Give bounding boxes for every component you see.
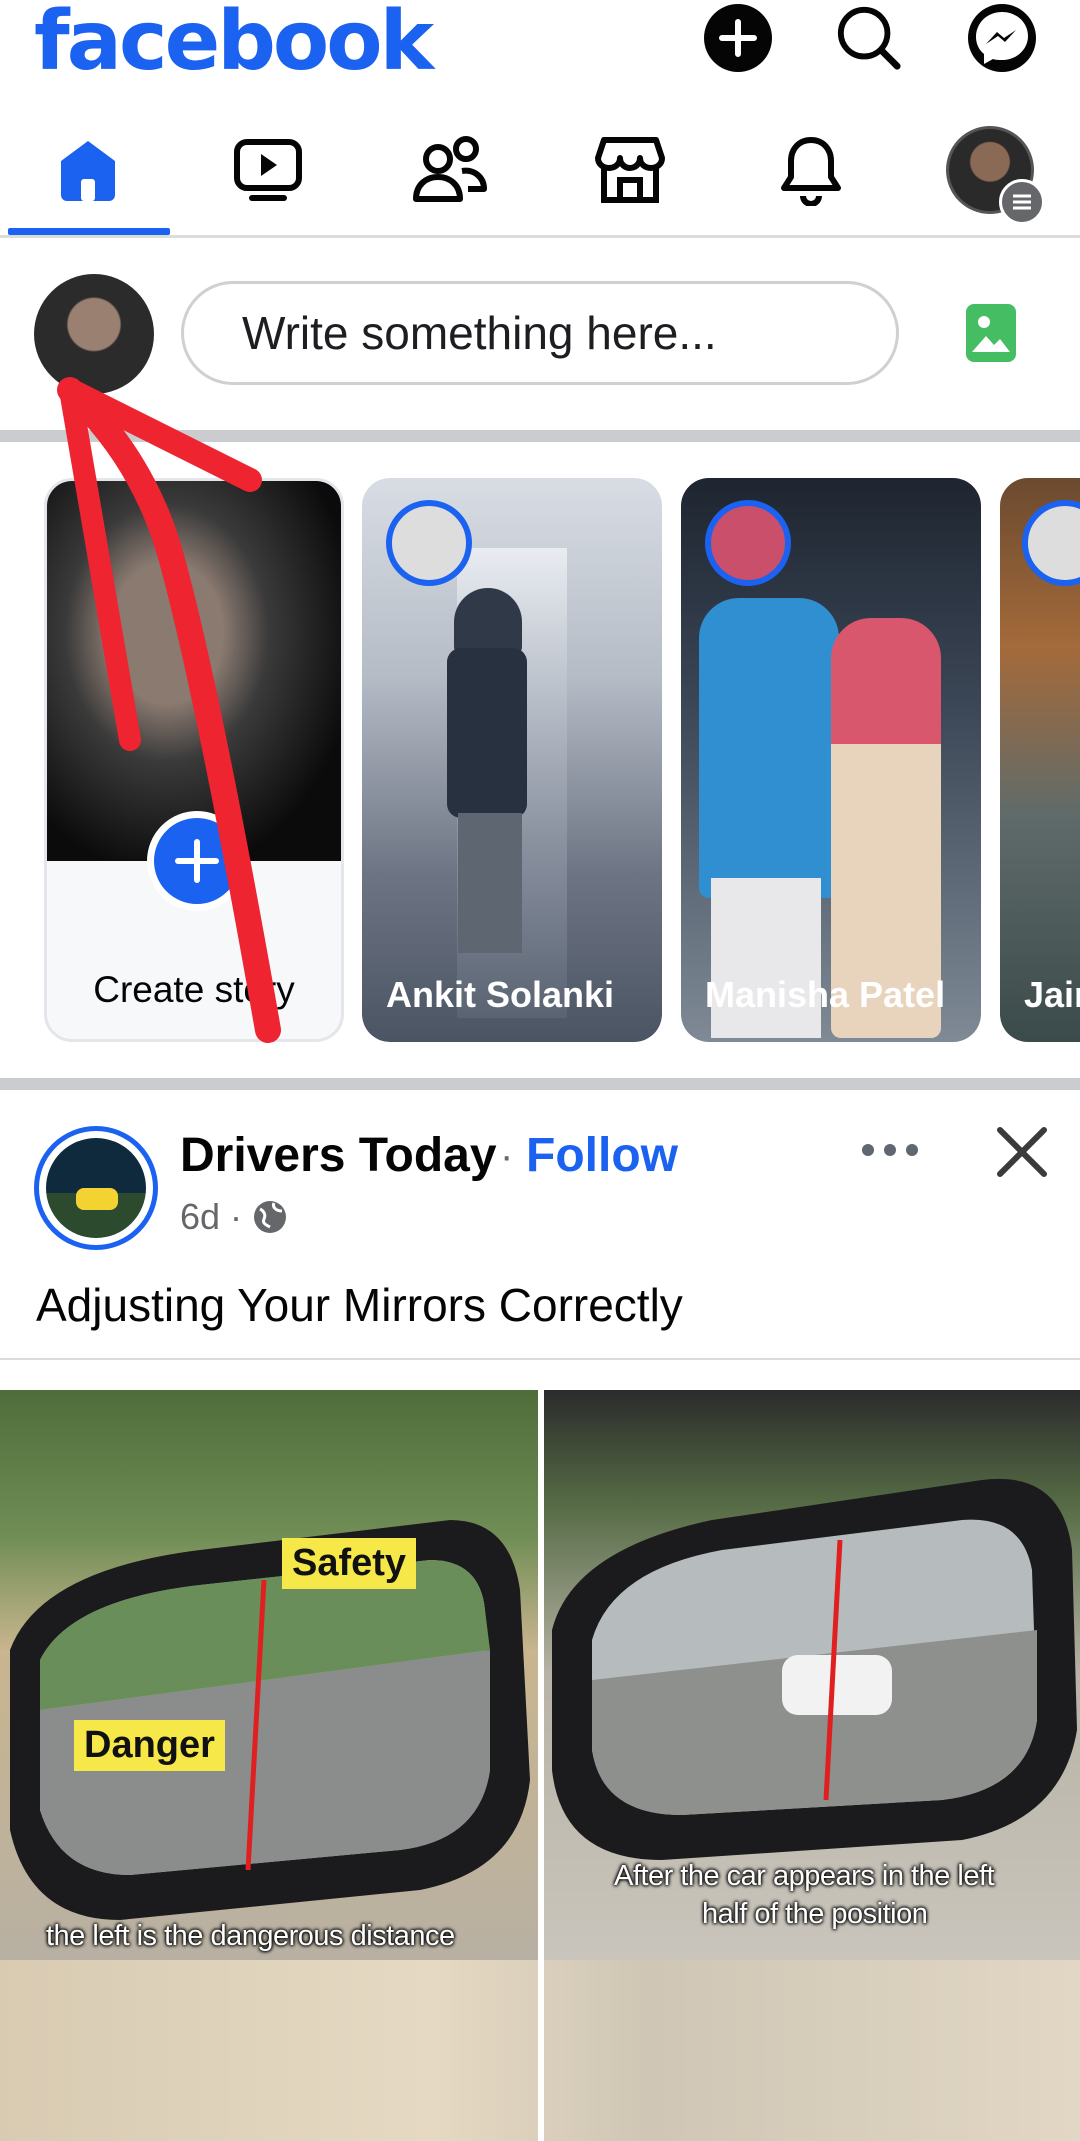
annotation-arrow — [57, 377, 281, 1043]
